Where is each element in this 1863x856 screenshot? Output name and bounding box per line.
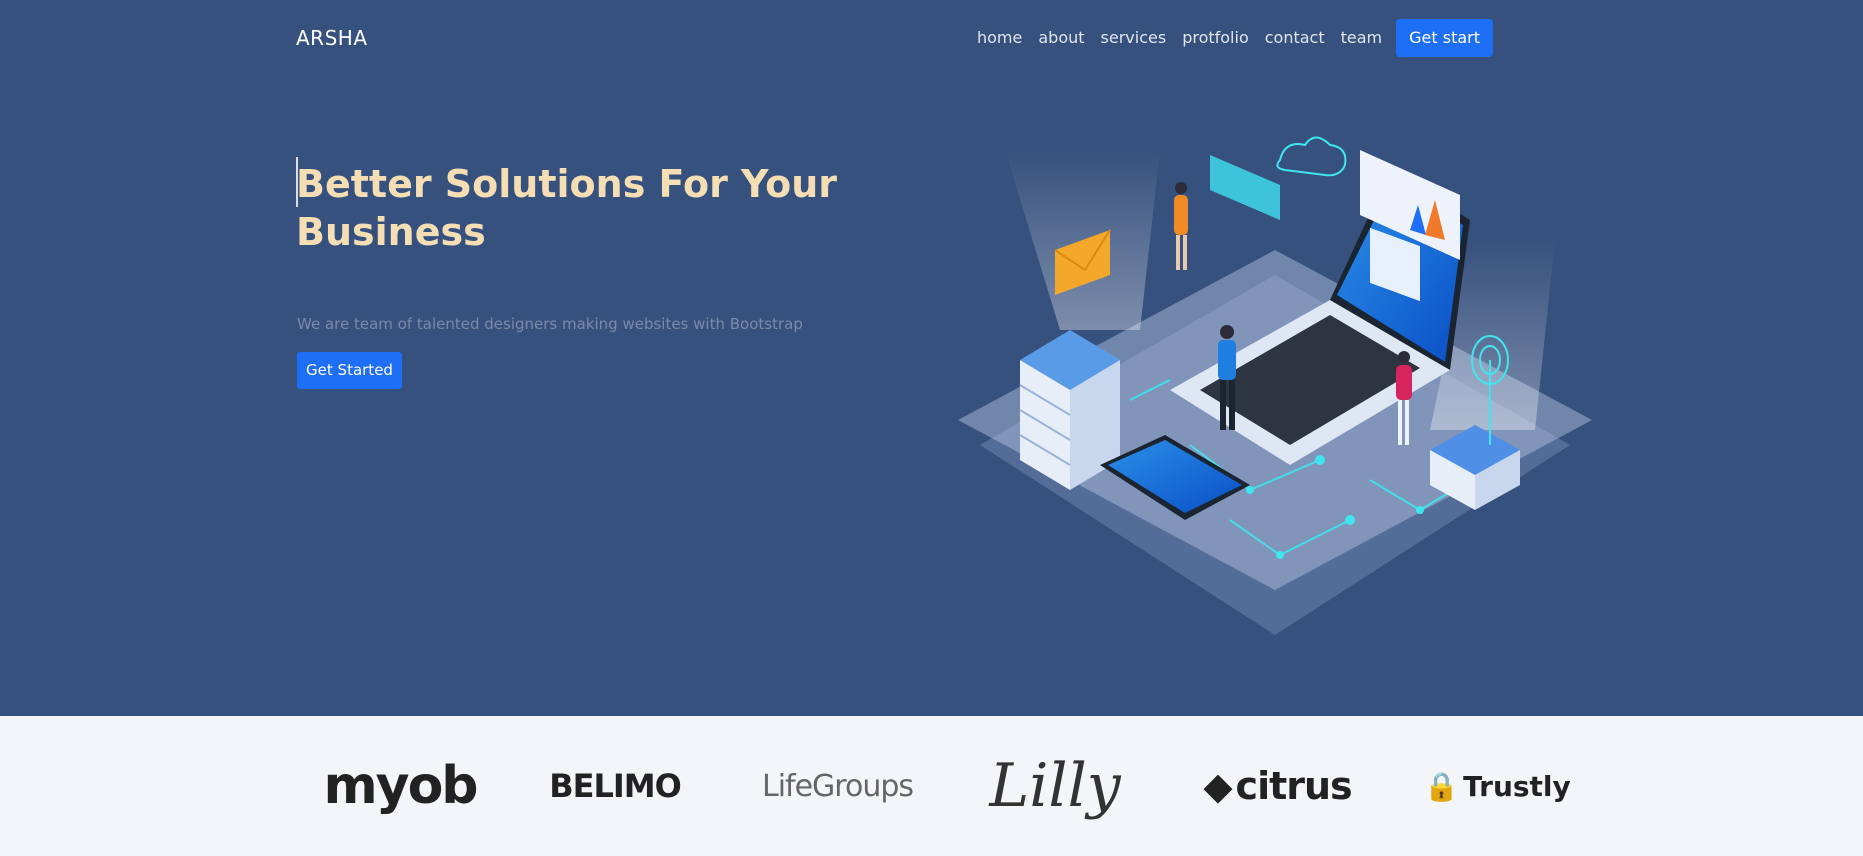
brand-logo[interactable]: ARSHA — [296, 26, 368, 50]
hero-subtitle: We are team of talented designers making… — [297, 315, 803, 333]
client-logo-trustly[interactable]: 🔒 Trustly — [1424, 716, 1571, 856]
hero-illustration — [958, 136, 1592, 635]
nav-menu: home about services protfolio contact te… — [977, 18, 1493, 58]
nav-link-contact[interactable]: contact — [1257, 18, 1333, 58]
client-logo-myob[interactable]: myob — [323, 716, 478, 856]
nav-link-services[interactable]: services — [1093, 18, 1175, 58]
nav-link-about[interactable]: about — [1030, 18, 1092, 58]
navbar: ARSHA home about services protfolio cont… — [0, 0, 1863, 76]
hero-title: Better Solutions For Your Business — [296, 162, 837, 254]
client-logo-myob-text: myob — [323, 756, 478, 816]
nav-link-portfolio[interactable]: protfolio — [1174, 18, 1257, 58]
person-standing-top — [1174, 182, 1188, 270]
client-logo-belimo[interactable]: BELIMO — [540, 716, 690, 856]
lock-icon: 🔒 — [1424, 769, 1460, 803]
client-logo-citrus[interactable]: ◆ citrus — [1203, 716, 1353, 856]
client-logo-citrus-text: citrus — [1235, 764, 1353, 808]
nav-link-home[interactable]: home — [977, 18, 1030, 58]
nav-link-team[interactable]: team — [1333, 18, 1391, 58]
client-logo-trustly-text: Trustly — [1463, 769, 1571, 803]
chat-panel — [1210, 155, 1280, 220]
client-logo-lifegroups-text: LifeGroups — [761, 768, 914, 804]
client-logo-lifegroups[interactable]: LifeGroups — [761, 716, 914, 856]
clients-section: myob BELIMO LifeGroups Lilly ◆ citrus 🔒 … — [0, 716, 1863, 856]
cloud-icon — [1276, 136, 1347, 177]
client-logo-lilly[interactable]: Lilly — [985, 716, 1125, 856]
get-start-button[interactable]: Get start — [1396, 19, 1493, 57]
get-started-button[interactable]: Get Started — [297, 352, 402, 389]
client-logo-belimo-text: BELIMO — [549, 767, 682, 805]
client-logo-lilly-text: Lilly — [989, 751, 1121, 821]
citrus-mark-icon: ◆ — [1203, 764, 1232, 808]
